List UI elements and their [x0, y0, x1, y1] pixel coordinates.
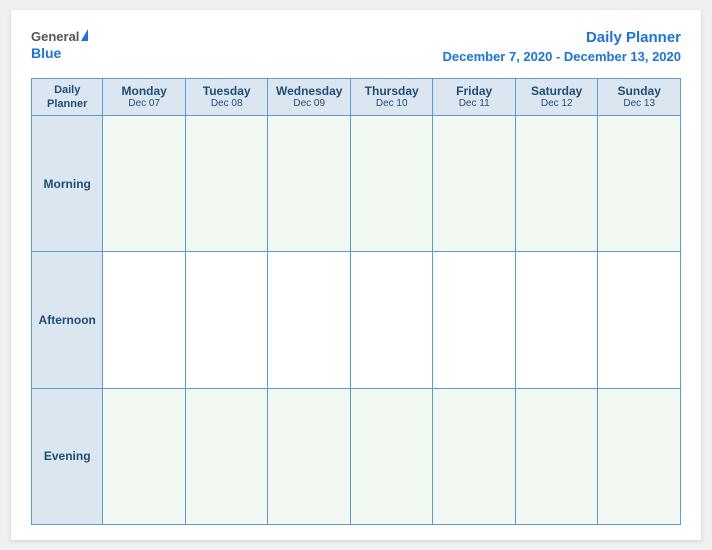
morning-wednesday[interactable] — [268, 116, 351, 252]
morning-sunday[interactable] — [598, 116, 681, 252]
col-header-thursday: Thursday Dec 10 — [350, 78, 433, 116]
evening-friday[interactable] — [433, 388, 516, 524]
afternoon-thursday[interactable] — [350, 252, 433, 388]
morning-tuesday[interactable] — [185, 116, 268, 252]
afternoon-wednesday[interactable] — [268, 252, 351, 388]
logo: General Blue — [31, 28, 88, 61]
morning-thursday[interactable] — [350, 116, 433, 252]
title-container: Daily Planner December 7, 2020 - Decembe… — [443, 28, 682, 66]
page-header: General Blue Daily Planner December 7, 2… — [31, 28, 681, 66]
evening-label: Evening — [32, 388, 103, 524]
morning-saturday[interactable] — [515, 116, 598, 252]
logo-general-text: General — [31, 29, 79, 44]
col-header-monday: Monday Dec 07 — [103, 78, 186, 116]
evening-tuesday[interactable] — [185, 388, 268, 524]
afternoon-saturday[interactable] — [515, 252, 598, 388]
morning-friday[interactable] — [433, 116, 516, 252]
logo-triangle-icon — [81, 29, 88, 41]
col-header-tuesday: Tuesday Dec 08 — [185, 78, 268, 116]
evening-saturday[interactable] — [515, 388, 598, 524]
col-header-label: Daily Planner — [32, 78, 103, 116]
evening-monday[interactable] — [103, 388, 186, 524]
afternoon-monday[interactable] — [103, 252, 186, 388]
afternoon-friday[interactable] — [433, 252, 516, 388]
planner-title: Daily Planner — [586, 29, 681, 46]
evening-wednesday[interactable] — [268, 388, 351, 524]
col-header-saturday: Saturday Dec 12 — [515, 78, 598, 116]
logo-general-line: General — [31, 28, 88, 46]
evening-row: Evening — [32, 388, 681, 524]
morning-row: Morning — [32, 116, 681, 252]
afternoon-label: Afternoon — [32, 252, 103, 388]
logo-blue-text: Blue — [31, 46, 61, 61]
evening-sunday[interactable] — [598, 388, 681, 524]
planner-page: General Blue Daily Planner December 7, 2… — [11, 10, 701, 540]
afternoon-sunday[interactable] — [598, 252, 681, 388]
planner-date-range: December 7, 2020 - December 13, 2020 — [443, 49, 682, 64]
evening-thursday[interactable] — [350, 388, 433, 524]
morning-monday[interactable] — [103, 116, 186, 252]
col-header-friday: Friday Dec 11 — [433, 78, 516, 116]
col-header-sunday: Sunday Dec 13 — [598, 78, 681, 116]
afternoon-row: Afternoon — [32, 252, 681, 388]
calendar-table: Daily Planner Monday Dec 07 Tuesday Dec … — [31, 78, 681, 526]
afternoon-tuesday[interactable] — [185, 252, 268, 388]
col-header-wednesday: Wednesday Dec 09 — [268, 78, 351, 116]
morning-label: Morning — [32, 116, 103, 252]
